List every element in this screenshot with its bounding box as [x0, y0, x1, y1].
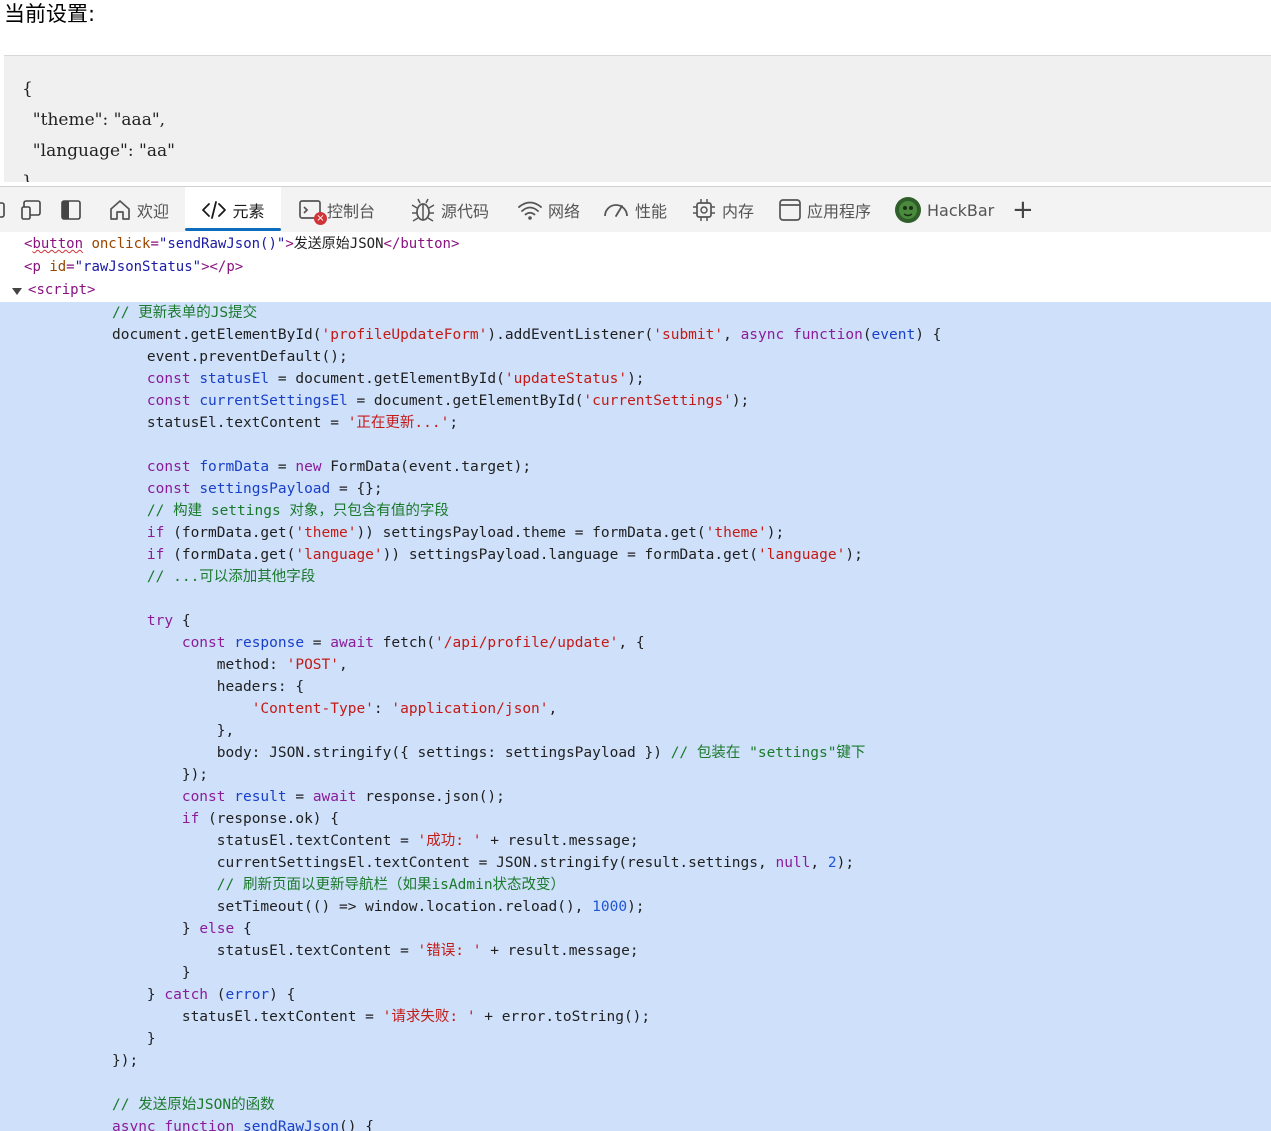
- code-line: // 发送原始JSON的函数: [112, 1097, 275, 1113]
- code-line: document.getElementById('profileUpdateFo…: [112, 327, 942, 343]
- add-tool-label: +: [1012, 195, 1034, 225]
- tab-hackbar[interactable]: HackBar: [894, 187, 994, 233]
- dom-tag-name: script: [36, 282, 88, 298]
- code-line: method: 'POST',: [112, 657, 348, 673]
- code-line: body: JSON.stringify({ settings: setting…: [112, 745, 866, 761]
- tab-memory[interactable]: 内存: [691, 187, 754, 233]
- tab-performance[interactable]: 性能: [602, 187, 667, 233]
- tab-memory-label: 内存: [722, 202, 755, 221]
- add-tool-button[interactable]: +: [1012, 187, 1034, 233]
- code-line: const response = await fetch('/api/profi…: [181, 635, 645, 651]
- code-brackets-icon: [202, 201, 227, 219]
- home-icon: [110, 200, 130, 220]
- code-line: if (formData.get('theme')) settingsPaylo…: [146, 525, 785, 541]
- hackbar-logo-icon: [895, 197, 921, 223]
- code-line: }: [112, 965, 191, 981]
- dom-attr-name: id: [49, 259, 67, 275]
- code-line: // 更新表单的JS提交: [112, 305, 258, 321]
- inspect-element-icon[interactable]: [0, 187, 8, 233]
- current-settings-json: { "theme": "aaa", "language": "aa" }: [22, 79, 175, 182]
- code-line: const statusEl = document.getElementById…: [146, 371, 645, 387]
- code-line: },: [112, 723, 235, 739]
- dom-tag-name: p: [32, 259, 41, 275]
- code-line: }: [112, 1031, 156, 1047]
- bug-icon: [411, 198, 435, 222]
- expand-toggle-icon[interactable]: [12, 288, 22, 295]
- dom-node-button[interactable]: <button onclick="sendRawJson()">发送原始JSON…: [24, 233, 459, 255]
- code-line: event.preventDefault();: [112, 349, 348, 365]
- code-line: headers: {: [112, 679, 305, 695]
- code-line: });: [112, 1053, 139, 1069]
- active-tab-indicator: [185, 228, 281, 231]
- devtools-toolbar: 欢迎 元素 控制台 源代码 网络 性能 内存 应用程序 HackBar +: [0, 186, 1271, 234]
- tab-console-label: 控制台: [327, 202, 376, 221]
- code-line: // ...可以添加其他字段: [146, 569, 316, 585]
- code-line: const settingsPayload = {};: [146, 481, 383, 497]
- code-line: } else {: [112, 921, 252, 937]
- script-source-view[interactable]: // 更新表单的JS提交 document.getElementById('pro…: [0, 302, 1271, 1131]
- current-settings-panel: { "theme": "aaa", "language": "aa" }: [4, 55, 1271, 182]
- code-line: statusEl.textContent = '成功: ' + result.m…: [112, 833, 639, 849]
- dom-close-tag: p: [226, 259, 235, 275]
- dom-tag-name: button: [32, 236, 84, 252]
- tab-sources-label: 源代码: [441, 202, 490, 221]
- tab-application-label: 应用程序: [807, 202, 872, 221]
- tab-performance-label: 性能: [635, 202, 668, 221]
- tab-hackbar-label: HackBar: [927, 200, 995, 220]
- console-error-badge: ×: [314, 212, 327, 225]
- tab-welcome[interactable]: 欢迎: [108, 187, 169, 233]
- wifi-icon: [518, 201, 542, 220]
- dom-attr-value: sendRawJson(): [167, 236, 277, 252]
- dock-side-icon[interactable]: [60, 187, 82, 233]
- code-line: } catch (error) {: [112, 987, 296, 1003]
- code-line: setTimeout(() => window.location.reload(…: [112, 899, 645, 915]
- dom-attr-name: onclick: [91, 236, 151, 252]
- dom-text: 发送原始JSON: [293, 236, 384, 252]
- code-line: // 刷新页面以更新导航栏（如果isAdmin状态改变）: [216, 877, 566, 893]
- code-line: if (response.ok) {: [181, 811, 339, 827]
- tab-sources[interactable]: 源代码: [410, 187, 489, 233]
- chip-icon: [693, 199, 715, 221]
- code-line: currentSettingsEl.textContent = JSON.str…: [112, 855, 855, 871]
- code-line: try {: [146, 613, 191, 629]
- dom-attr-value: rawJsonStatus: [83, 259, 193, 275]
- app-window-icon: [779, 199, 801, 221]
- dom-node-p[interactable]: <p id="rawJsonStatus"></p>: [24, 256, 243, 278]
- code-line: const currentSettingsEl = document.getEl…: [146, 393, 750, 409]
- tab-application[interactable]: 应用程序: [778, 187, 871, 233]
- tab-console[interactable]: 控制台: [298, 187, 375, 233]
- script-source-code: // 更新表单的JS提交 document.getElementById('pro…: [0, 302, 1271, 1131]
- page-title: 当前设置:: [4, 2, 96, 26]
- code-line: statusEl.textContent = '请求失败: ' + error.…: [112, 1009, 651, 1025]
- device-emulation-icon[interactable]: [20, 187, 44, 233]
- tab-welcome-label: 欢迎: [137, 202, 170, 221]
- code-line: // 构建 settings 对象，只包含有值的字段: [146, 503, 449, 519]
- gauge-icon: [604, 204, 628, 217]
- code-line: 'Content-Type': 'application/json',: [251, 701, 558, 717]
- tab-elements[interactable]: 元素: [185, 187, 281, 233]
- dom-node-script[interactable]: <script>: [28, 279, 95, 301]
- tab-network[interactable]: 网络: [517, 187, 580, 233]
- code-line: statusEl.textContent = '错误: ' + result.m…: [112, 943, 639, 959]
- tab-elements-label: 元素: [232, 202, 265, 221]
- code-line: const formData = new FormData(event.targ…: [146, 459, 532, 475]
- dom-tree: <button onclick="sendRawJson()">发送原始JSON…: [0, 232, 1271, 302]
- code-line: statusEl.textContent = '正在更新...';: [112, 415, 459, 431]
- tab-network-label: 网络: [548, 202, 581, 221]
- code-line: });: [112, 767, 209, 783]
- code-line: async function sendRawJson() {: [112, 1119, 374, 1131]
- dom-close-tag: button: [400, 236, 451, 252]
- code-line: if (formData.get('language')) settingsPa…: [146, 547, 863, 563]
- code-line: const result = await response.json();: [181, 789, 505, 805]
